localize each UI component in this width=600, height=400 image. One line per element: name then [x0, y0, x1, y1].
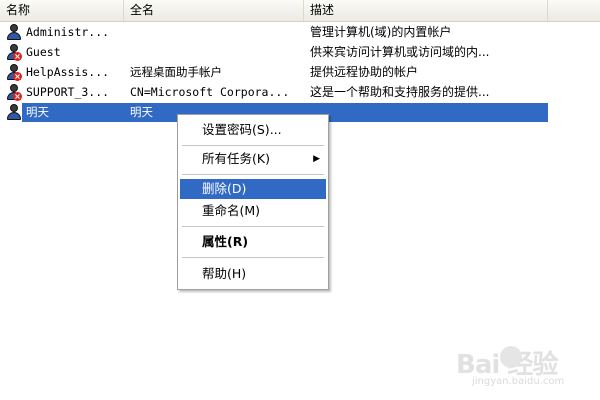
baidu-jingyan-watermark: Bai 经验 jingyan.baidu.com: [456, 344, 596, 396]
user-name: Administr...: [26, 25, 110, 39]
disabled-user-icon: [5, 44, 23, 61]
user-description: 管理计算机(域)的内置帐户: [310, 25, 452, 39]
column-header-name[interactable]: 名称: [0, 0, 124, 21]
user-description: 提供远程协助的帐户: [310, 65, 419, 79]
table-row[interactable]: Administr... 管理计算机(域)的内置帐户: [0, 23, 600, 42]
menu-separator: [182, 174, 324, 175]
user-description: 供来宾访问计算机或访问域的内...: [310, 45, 490, 59]
menu-item-help[interactable]: 帮助(H): [180, 264, 326, 284]
user-fullname: 远程桌面助手帐户: [130, 65, 222, 79]
watermark-url: jingyan.baidu.com: [472, 376, 565, 387]
user-fullname: [130, 43, 302, 62]
table-row[interactable]: HelpAssis... 远程桌面助手帐户 提供远程协助的帐户: [0, 63, 600, 82]
column-header-empty[interactable]: [548, 0, 600, 21]
menu-separator: [182, 145, 324, 146]
context-menu: 设置密码(S)... 所有任务(K) ▶ 删除(D) 重命名(M) 属性(R) …: [177, 114, 329, 290]
user-icon: [5, 24, 23, 41]
user-name: HelpAssis...: [26, 65, 110, 79]
menu-item-delete[interactable]: 删除(D): [180, 179, 326, 199]
menu-item-label: 所有任务(K): [202, 151, 270, 166]
table-row[interactable]: SUPPORT_3... CN=Microsoft Corpora... 这是一…: [0, 83, 600, 102]
submenu-arrow-icon: ▶: [313, 154, 320, 164]
column-header-description[interactable]: 描述: [304, 0, 548, 21]
paw-icon: [500, 346, 522, 368]
user-description: 这是一个帮助和支持服务的提供...: [310, 85, 490, 99]
menu-item-rename[interactable]: 重命名(M): [180, 201, 326, 221]
list-header: 名称 全名 描述: [0, 0, 600, 22]
disabled-user-icon: [5, 84, 23, 101]
user-name: 明天: [26, 105, 49, 119]
menu-item-all-tasks[interactable]: 所有任务(K) ▶: [180, 149, 326, 169]
user-icon: [5, 104, 23, 121]
menu-item-set-password[interactable]: 设置密码(S)...: [180, 120, 326, 140]
user-description: [310, 103, 560, 122]
menu-separator: [182, 226, 324, 227]
user-fullname: [130, 23, 302, 42]
menu-separator: [182, 257, 324, 258]
user-name: Guest: [26, 45, 61, 59]
column-header-fullname[interactable]: 全名: [124, 0, 304, 21]
menu-item-properties[interactable]: 属性(R): [180, 232, 326, 252]
user-name: SUPPORT_3...: [26, 85, 110, 99]
user-fullname: CN=Microsoft Corpora...: [130, 85, 290, 99]
disabled-user-icon: [5, 64, 23, 81]
table-row[interactable]: Guest 供来宾访问计算机或访问域的内...: [0, 43, 600, 62]
